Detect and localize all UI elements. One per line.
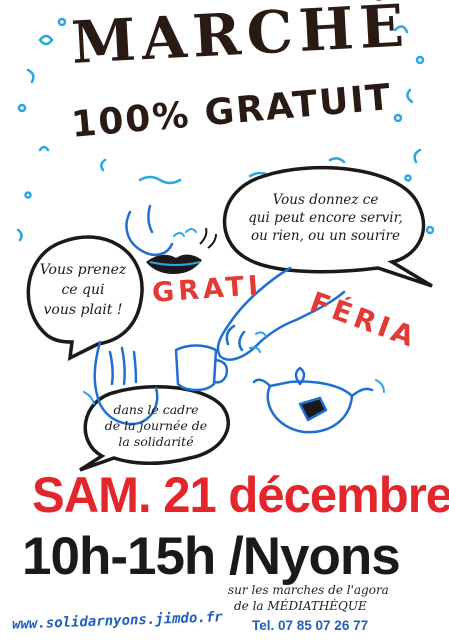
bubble-right-line: qui peut encore servir, <box>248 210 403 226</box>
bubble-right-line: ou rien, ou un sourire <box>251 228 400 244</box>
bubble-left-line: ce qui <box>61 282 105 298</box>
teapot-icon <box>252 378 374 434</box>
page-title: MARCHÉ <box>69 0 412 77</box>
venue-line-2: de la MÉDIATHÈQUE <box>234 599 367 613</box>
mug-icon <box>174 344 218 392</box>
bubble-center-line: dans le cadre <box>113 402 199 417</box>
speech-bubble-right <box>222 165 433 288</box>
word-grati: GRATI <box>151 270 264 309</box>
phone-number: Tel. 07 85 07 26 77 <box>252 618 369 633</box>
event-time-place: 10h-15h /Nyons <box>22 527 401 586</box>
bubble-center-line: de la journée de <box>104 418 208 433</box>
lips-icon <box>146 227 217 274</box>
word-feria: FÉRIA <box>305 285 423 355</box>
bubble-center-line: la solidarité <box>118 434 194 449</box>
poster: MARCHÉ 100% GRATUIT Vous donnez ce qui p… <box>0 0 449 641</box>
venue-line-1: sur les marches de l'agora <box>228 583 389 597</box>
event-date: SAM. 21 décembre <box>32 467 449 523</box>
website-link[interactable]: www.solidarnyons.jimdo.fr <box>12 609 223 632</box>
bubble-left-line: vous plait ! <box>43 302 123 318</box>
bubble-left-line: Vous prenez <box>39 262 127 278</box>
bubble-right-line: Vous donnez ce <box>272 192 379 208</box>
subtitle: 100% GRATUIT <box>69 76 394 146</box>
